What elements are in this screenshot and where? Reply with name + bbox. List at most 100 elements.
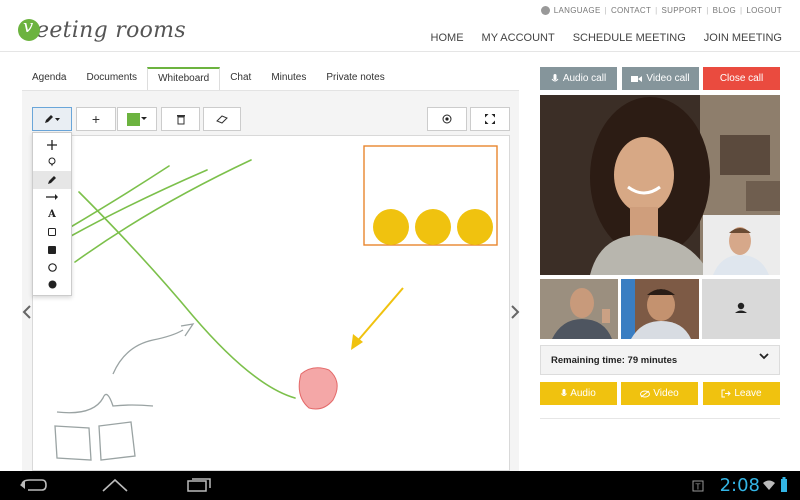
- color-picker-button[interactable]: [117, 107, 157, 131]
- util-link-logout[interactable]: LOGOUT: [746, 6, 782, 15]
- home-icon[interactable]: [100, 477, 130, 493]
- main-nav: HOME MY ACCOUNT SCHEDULE MEETING JOIN ME…: [431, 32, 782, 44]
- gray-square: [54, 425, 92, 461]
- move-tool[interactable]: [33, 136, 71, 154]
- microphone-icon: [561, 389, 568, 396]
- participant-video: [540, 279, 618, 339]
- gray-stroke: [112, 329, 184, 375]
- yellow-circle: [373, 209, 409, 245]
- arrow-icon: [46, 194, 58, 201]
- main-video-feed[interactable]: [540, 95, 780, 275]
- eraser-button[interactable]: [203, 107, 241, 131]
- highlighter-icon: [48, 157, 56, 167]
- participant-video: [621, 279, 699, 339]
- eye-slash-icon: [640, 390, 651, 397]
- tab-chat[interactable]: Chat: [220, 67, 261, 91]
- android-system-bar: T 2:08: [0, 471, 800, 500]
- pen-tool-button[interactable]: [32, 107, 72, 131]
- eraser-icon: [216, 114, 228, 124]
- yellow-circle: [457, 209, 493, 245]
- user-placeholder-icon: [735, 302, 747, 313]
- audio-call-button[interactable]: Audio call: [540, 67, 617, 90]
- circle-filled-tool[interactable]: [33, 276, 71, 294]
- text-tool[interactable]: A: [33, 206, 71, 224]
- video-call-label: Video call: [646, 73, 690, 84]
- yellow-arrow: [354, 287, 404, 345]
- expand-icon: [485, 114, 495, 124]
- svg-text:T: T: [695, 483, 701, 492]
- battery-icon: [781, 477, 787, 492]
- logo[interactable]: eeting rooms: [18, 14, 186, 46]
- logo-text: eeting rooms: [36, 17, 186, 43]
- tool-dropdown-menu: A: [32, 132, 72, 296]
- color-swatch: [126, 112, 140, 126]
- participant-thumbnail-2[interactable]: [621, 279, 699, 339]
- gray-stroke: [56, 393, 154, 414]
- remaining-time-bar[interactable]: Remaining time: 79 minutes: [540, 345, 780, 375]
- whiteboard-panel: +: [22, 91, 519, 471]
- prev-arrow-icon[interactable]: [22, 305, 32, 322]
- participant-thumbnail-3[interactable]: [702, 279, 780, 339]
- tab-documents[interactable]: Documents: [76, 67, 147, 91]
- add-button[interactable]: +: [76, 107, 116, 131]
- divider: [540, 418, 780, 419]
- circle-outline-tool[interactable]: [33, 259, 71, 277]
- util-link-blog[interactable]: BLOG: [713, 6, 736, 15]
- move-icon: [47, 139, 57, 150]
- arrow-tool[interactable]: [33, 189, 71, 207]
- pencil-icon: [48, 175, 56, 184]
- nav-home[interactable]: HOME: [431, 32, 464, 44]
- tab-private-notes[interactable]: Private notes: [316, 67, 394, 91]
- drawing-layer: [54, 145, 498, 461]
- fullscreen-button[interactable]: [470, 107, 510, 131]
- back-icon[interactable]: [18, 478, 48, 492]
- red-highlight: [298, 367, 338, 410]
- nav-schedule-meeting[interactable]: SCHEDULE MEETING: [573, 32, 686, 44]
- util-link-contact[interactable]: CONTACT: [611, 6, 651, 15]
- video-button[interactable]: Video: [621, 382, 698, 405]
- pencil-tool[interactable]: [33, 171, 71, 189]
- record-button[interactable]: [427, 107, 467, 131]
- nav-my-account[interactable]: MY ACCOUNT: [482, 32, 555, 44]
- remaining-time-text: Remaining time: 79 minutes: [551, 354, 678, 366]
- tab-minutes[interactable]: Minutes: [261, 67, 316, 91]
- tab-agenda[interactable]: Agenda: [22, 67, 76, 91]
- logo-mark-icon: [18, 16, 40, 41]
- notification-icon: T: [692, 480, 704, 492]
- participant-video: [703, 215, 780, 275]
- green-stroke: [70, 169, 208, 237]
- target-icon: [442, 114, 452, 124]
- audio-button[interactable]: Audio: [540, 382, 617, 405]
- rectangle-outline-tool[interactable]: [33, 224, 71, 242]
- util-link-language[interactable]: LANGUAGE: [554, 6, 601, 15]
- circle-outline-icon: [47, 262, 57, 272]
- leave-label: Leave: [734, 388, 762, 399]
- self-video-thumbnail[interactable]: [703, 215, 780, 275]
- sign-out-icon: [721, 389, 732, 398]
- trash-icon: [176, 114, 185, 124]
- microphone-icon: [551, 73, 559, 81]
- delete-button[interactable]: [161, 107, 200, 131]
- whiteboard-canvas[interactable]: [32, 135, 510, 471]
- clock: 2:08: [719, 475, 760, 496]
- close-call-button[interactable]: Close call: [703, 67, 780, 90]
- next-arrow-icon[interactable]: [510, 305, 520, 322]
- gray-square: [98, 421, 136, 461]
- video-call-button[interactable]: Video call: [622, 67, 699, 90]
- recent-apps-icon[interactable]: [186, 477, 214, 493]
- pencil-icon: [45, 115, 60, 123]
- utility-nav: LANGUAGE | CONTACT | SUPPORT | BLOG | LOGOUT: [540, 6, 782, 15]
- globe-icon: [540, 6, 550, 15]
- video-label: Video: [653, 388, 679, 399]
- util-link-support[interactable]: SUPPORT: [662, 6, 703, 15]
- circle-filled-icon: [48, 280, 56, 289]
- nav-join-meeting[interactable]: JOIN MEETING: [704, 32, 782, 44]
- leave-button[interactable]: Leave: [703, 382, 780, 405]
- rectangle-filled-tool[interactable]: [33, 241, 71, 259]
- green-stroke: [78, 191, 296, 399]
- wifi-icon: [763, 480, 775, 490]
- tab-whiteboard[interactable]: Whiteboard: [147, 67, 221, 91]
- participant-thumbnail-1[interactable]: [540, 279, 618, 339]
- highlighter-tool[interactable]: [33, 154, 71, 172]
- rectangle-filled-icon: [48, 245, 56, 254]
